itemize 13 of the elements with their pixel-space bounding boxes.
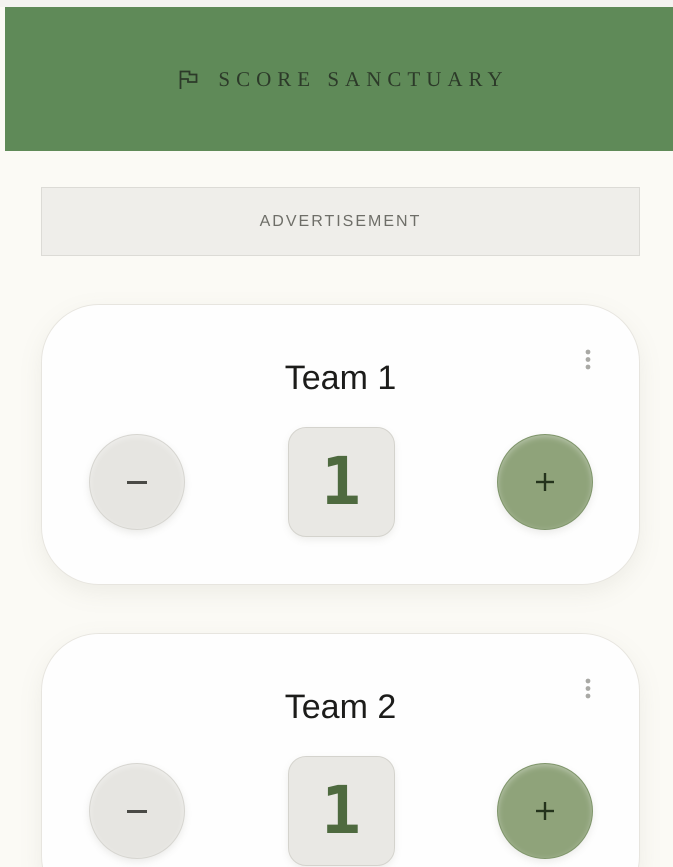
- team-name: Team 2: [284, 687, 396, 728]
- score-display: 1: [288, 756, 394, 866]
- more-options-icon[interactable]: [585, 678, 591, 699]
- plus-icon: [536, 473, 554, 491]
- app-title: SCORE SANCTUARY: [218, 66, 509, 92]
- plus-icon: [536, 802, 554, 820]
- minus-icon: [127, 480, 147, 484]
- advertisement-label: ADVERTISEMENT: [260, 212, 422, 230]
- flag-icon: [179, 70, 198, 88]
- minus-icon: [127, 810, 147, 812]
- score-display: 1: [288, 427, 394, 537]
- more-options-icon[interactable]: [585, 349, 591, 370]
- team-name: Team 1: [284, 358, 396, 399]
